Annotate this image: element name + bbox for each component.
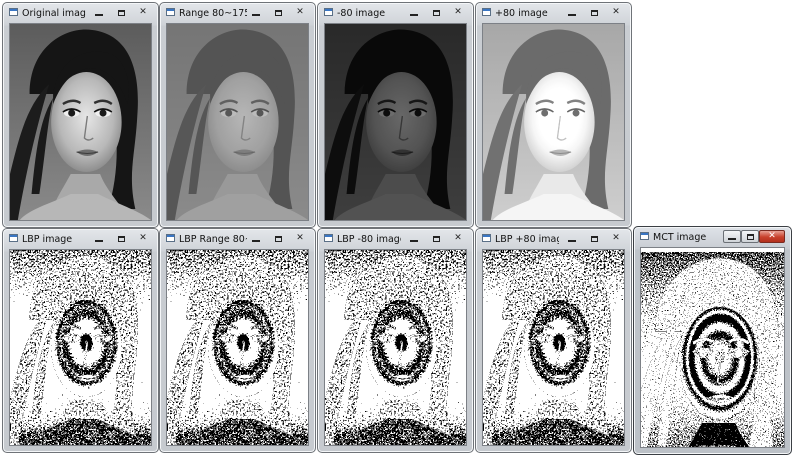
app-icon xyxy=(9,8,18,16)
window-lbp-minus80-image[interactable]: LBP -80 image ✕ xyxy=(317,228,474,453)
maximize-icon[interactable] xyxy=(741,230,759,243)
close-icon[interactable]: ✕ xyxy=(449,232,467,245)
app-icon xyxy=(482,8,491,16)
title-bar[interactable]: +80 image ✕ xyxy=(476,3,631,23)
minimize-icon[interactable] xyxy=(563,6,581,19)
minimize-icon[interactable] xyxy=(247,232,265,245)
app-icon xyxy=(324,234,333,242)
close-icon[interactable]: ✕ xyxy=(759,230,785,243)
window-lbp-range-image[interactable]: LBP Range 80~... ✕ xyxy=(159,228,316,453)
lbp-dark-face-image xyxy=(324,249,467,446)
close-icon[interactable]: ✕ xyxy=(134,232,152,245)
window-plus80-image[interactable]: +80 image ✕ xyxy=(475,2,632,228)
window-title: LBP image xyxy=(22,234,73,245)
window-mct-image[interactable]: MCT image ✕ xyxy=(633,226,792,455)
app-icon xyxy=(324,8,333,16)
close-icon[interactable]: ✕ xyxy=(291,6,309,19)
title-bar[interactable]: LBP -80 image ✕ xyxy=(318,229,473,249)
minimize-icon[interactable] xyxy=(90,232,108,245)
maximize-icon[interactable] xyxy=(427,232,445,245)
minimize-icon[interactable] xyxy=(405,232,423,245)
maximize-icon[interactable] xyxy=(269,6,287,19)
title-bar[interactable]: Original image ✕ xyxy=(3,3,158,23)
minimize-icon[interactable] xyxy=(723,230,741,243)
close-icon[interactable]: ✕ xyxy=(607,6,625,19)
window-title: LBP Range 80~... xyxy=(179,234,247,245)
close-icon[interactable]: ✕ xyxy=(449,6,467,19)
window-lbp-image[interactable]: LBP image ✕ xyxy=(2,228,159,453)
window-title: Range 80~175 i... xyxy=(179,8,247,19)
app-icon xyxy=(482,234,491,242)
title-bar[interactable]: Range 80~175 i... ✕ xyxy=(160,3,315,23)
window-title: Original image xyxy=(22,8,86,19)
window-original-image[interactable]: Original image ✕ xyxy=(2,2,159,228)
title-bar[interactable]: LBP image ✕ xyxy=(3,229,158,249)
mct-face-image xyxy=(640,247,785,448)
maximize-icon[interactable] xyxy=(112,6,130,19)
bright-face-image xyxy=(482,23,625,221)
window-title: -80 image xyxy=(337,8,386,19)
window-title: LBP +80 image xyxy=(495,234,559,245)
range-face-image xyxy=(166,23,309,221)
title-bar[interactable]: MCT image ✕ xyxy=(634,227,791,247)
window-range-image[interactable]: Range 80~175 i... ✕ xyxy=(159,2,316,228)
app-icon xyxy=(9,234,18,242)
app-icon xyxy=(640,232,649,240)
window-title: +80 image xyxy=(495,8,548,19)
lbp-face-image xyxy=(9,249,152,446)
lbp-bright-face-image xyxy=(482,249,625,446)
title-bar[interactable]: LBP Range 80~... ✕ xyxy=(160,229,315,249)
close-icon[interactable]: ✕ xyxy=(134,6,152,19)
window-lbp-plus80-image[interactable]: LBP +80 image ✕ xyxy=(475,228,632,453)
close-icon[interactable]: ✕ xyxy=(607,232,625,245)
minimize-icon[interactable] xyxy=(90,6,108,19)
minimize-icon[interactable] xyxy=(563,232,581,245)
maximize-icon[interactable] xyxy=(585,6,603,19)
title-bar[interactable]: -80 image ✕ xyxy=(318,3,473,23)
original-face-image xyxy=(9,23,152,221)
app-icon xyxy=(166,234,175,242)
maximize-icon[interactable] xyxy=(269,232,287,245)
minimize-icon[interactable] xyxy=(405,6,423,19)
window-title: LBP -80 image xyxy=(337,234,401,245)
app-icon xyxy=(166,8,175,16)
maximize-icon[interactable] xyxy=(585,232,603,245)
minimize-icon[interactable] xyxy=(247,6,265,19)
dark-face-image xyxy=(324,23,467,221)
title-bar[interactable]: LBP +80 image ✕ xyxy=(476,229,631,249)
lbp-range-face-image xyxy=(166,249,309,446)
close-icon[interactable]: ✕ xyxy=(291,232,309,245)
maximize-icon[interactable] xyxy=(112,232,130,245)
window-minus80-image[interactable]: -80 image ✕ xyxy=(317,2,474,228)
maximize-icon[interactable] xyxy=(427,6,445,19)
window-title: MCT image xyxy=(653,232,707,243)
